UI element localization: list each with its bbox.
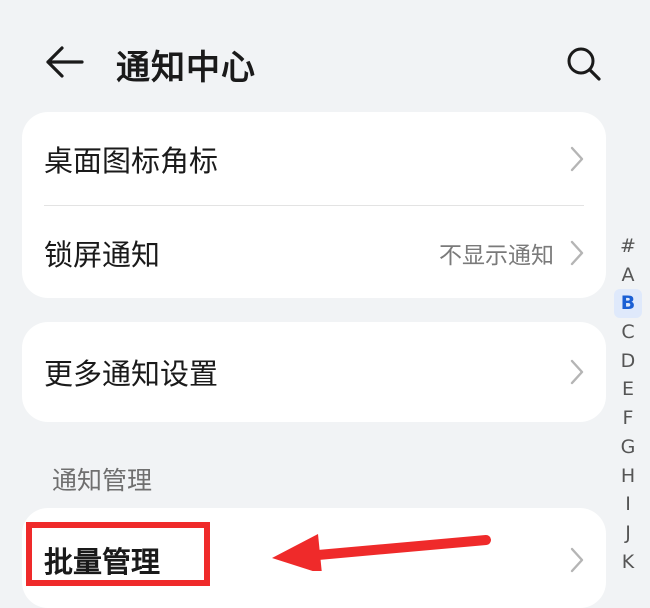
index-letter[interactable]: H: [614, 462, 642, 491]
settings-card-main: 桌面图标角标 锁屏通知 不显示通知: [22, 112, 606, 298]
back-arrow-icon: [46, 46, 84, 78]
row-label: 锁屏通知: [44, 238, 161, 272]
chevron-right-icon: [570, 240, 584, 266]
index-letter[interactable]: G: [614, 433, 642, 462]
index-letter[interactable]: A: [614, 261, 642, 290]
highlight-box-annotation: [26, 522, 210, 586]
alphabet-index[interactable]: # A B C D E F G H I J K: [614, 232, 642, 576]
index-letter[interactable]: D: [614, 347, 642, 376]
index-letter-active[interactable]: B: [614, 289, 642, 319]
desktop-icon-badge-row[interactable]: 桌面图标角标: [22, 112, 606, 206]
chevron-right-icon: [570, 146, 584, 172]
index-letter[interactable]: #: [614, 232, 642, 261]
search-button[interactable]: [562, 42, 606, 86]
back-button[interactable]: [40, 42, 88, 82]
index-letter[interactable]: I: [614, 490, 642, 519]
section-header: 通知管理: [52, 466, 153, 495]
index-letter[interactable]: J: [614, 519, 642, 548]
index-letter[interactable]: F: [614, 404, 642, 433]
more-notification-settings-row[interactable]: 更多通知设置: [22, 325, 606, 419]
chevron-right-icon: [570, 359, 584, 385]
lockscreen-notification-row[interactable]: 锁屏通知 不显示通知: [22, 206, 606, 300]
row-label: 更多通知设置: [44, 357, 219, 391]
top-app-bar: 通知中心: [0, 30, 650, 96]
index-letter[interactable]: K: [614, 548, 642, 577]
settings-card-more: 更多通知设置: [22, 322, 606, 422]
search-icon: [567, 47, 601, 81]
index-letter[interactable]: C: [614, 318, 642, 347]
row-value: 不显示通知: [439, 243, 554, 269]
chevron-right-icon: [570, 547, 584, 573]
page-title: 通知中心: [116, 48, 256, 88]
index-letter[interactable]: E: [614, 375, 642, 404]
row-label: 桌面图标角标: [44, 144, 219, 178]
